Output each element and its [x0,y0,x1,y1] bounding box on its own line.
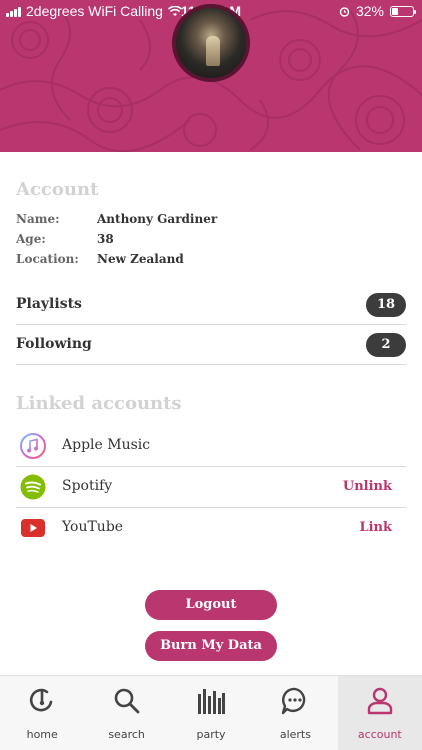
nav-search[interactable]: search [84,676,168,750]
following-count-badge: 2 [366,333,406,357]
bottom-nav: home search party alerts account [0,675,422,750]
party-bars-icon [198,689,226,714]
burn-my-data-button[interactable]: Burn My Data [145,631,277,661]
youtube-icon [21,519,45,537]
search-icon [114,688,140,714]
avatar[interactable] [172,4,250,82]
spotify-icon [20,474,46,500]
nav-party[interactable]: party [169,676,253,750]
linked-account-name: Apple Music [62,437,151,453]
name-label: Name: [16,212,60,226]
location-value: New Zealand [97,252,184,266]
battery-percent: 32% [355,3,384,19]
logout-button[interactable]: Logout [145,590,277,620]
nav-label-search: search [108,728,145,741]
apple-music-icon [20,433,46,459]
linked-account-apple-music: Apple Music [16,426,406,467]
linked-account-youtube: YouTube Link [16,508,406,549]
profile-header: 2degrees WiFi Calling 11:03 AM 32% [0,0,422,152]
unlink-spotify-button[interactable]: Unlink [343,479,392,494]
name-value: Anthony Gardiner [97,212,218,226]
nav-label-account: account [357,728,402,741]
playlists-count-badge: 18 [366,293,406,317]
alarm-icon [339,6,350,17]
user-icon [367,687,393,715]
nav-home[interactable]: home [0,676,84,750]
playlists-label: Playlists [16,296,82,312]
nav-label-alerts: alerts [279,728,311,741]
following-row[interactable]: Following 2 [16,325,406,365]
following-label: Following [16,336,92,352]
linked-account-name: Spotify [62,478,113,494]
nav-label-party: party [196,728,226,741]
nav-account[interactable]: account [337,676,422,750]
age-value: 38 [97,232,114,246]
age-label: Age: [16,232,46,246]
linked-accounts-title: Linked accounts [16,393,182,414]
account-section-title: Account [16,179,99,200]
linked-account-spotify: Spotify Unlink [16,467,406,508]
chat-bubble-icon [282,687,306,715]
nav-alerts[interactable]: alerts [253,676,337,750]
battery-icon [390,5,416,17]
playlists-row[interactable]: Playlists 18 [16,285,406,325]
location-label: Location: [16,252,79,266]
link-youtube-button[interactable]: Link [359,520,392,535]
home-icon [30,688,53,712]
linked-account-name: YouTube [62,519,124,535]
nav-label-home: home [26,728,58,741]
